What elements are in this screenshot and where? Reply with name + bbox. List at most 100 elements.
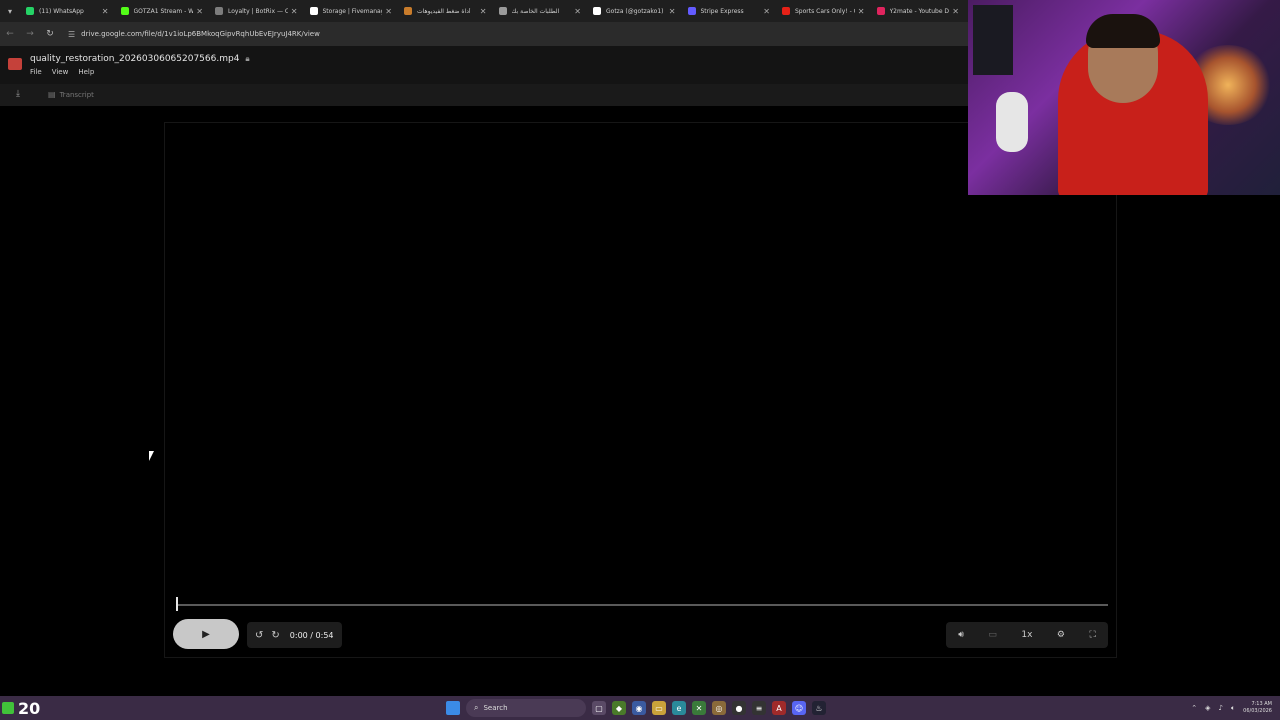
webcam-microphone: [996, 92, 1028, 152]
tab-title: Gotza (@gotzako1) |: [606, 7, 666, 15]
browser-tab[interactable]: Gotza (@gotzako1) | ✕: [587, 0, 682, 22]
url-text: drive.google.com/file/d/1v1ioLp6BMkoqGip…: [81, 30, 320, 38]
transcript-icon: ▤: [48, 90, 56, 99]
tab-close-icon[interactable]: ✕: [669, 7, 676, 16]
acrobat-icon[interactable]: A: [772, 701, 786, 715]
url-field[interactable]: ☰ drive.google.com/file/d/1v1ioLp6BMkoqG…: [68, 30, 320, 39]
tab-title: Y2mate - Youtube Do: [889, 7, 950, 15]
search-placeholder: Search: [483, 704, 508, 712]
download-icon[interactable]: ⤓: [16, 89, 20, 99]
search-icon: ⌕: [474, 703, 479, 712]
reload-icon[interactable]: ↻: [40, 29, 60, 39]
edge-icon[interactable]: e: [672, 701, 686, 715]
tab-title: Loyalty | BotRix — C: [228, 7, 288, 15]
browser-tab[interactable]: Storage | Fivemanage ✕: [304, 0, 399, 22]
play-button[interactable]: ▶: [173, 619, 239, 649]
overlay-badge: 20: [2, 696, 40, 720]
tab-close-icon[interactable]: ✕: [291, 7, 298, 16]
browser-tab[interactable]: الطلبات الخاصة بك ✕: [493, 0, 588, 22]
forward-skip-icon[interactable]: ↻: [271, 630, 279, 641]
menu-file[interactable]: File: [30, 68, 42, 76]
badge-number: 20: [18, 698, 41, 718]
tab-favicon-icon: [26, 7, 34, 15]
mouse-cursor: [149, 451, 154, 461]
progress-track[interactable]: [177, 604, 1108, 606]
webcam-person-hair: [1086, 14, 1160, 48]
rewind-icon[interactable]: ↺: [255, 630, 263, 641]
tab-favicon-icon: [687, 7, 696, 15]
chrome-icon[interactable]: ◎: [712, 701, 726, 715]
tab-close-icon[interactable]: ✕: [858, 7, 865, 16]
settings-icon[interactable]: ⚙: [1057, 630, 1065, 640]
webcam-poster: [973, 5, 1013, 75]
menu-bar: File View Help: [30, 68, 94, 76]
site-info-icon[interactable]: ☰: [68, 30, 75, 39]
task-view-icon[interactable]: ▢: [592, 701, 606, 715]
browser-tab[interactable]: (11) WhatsApp ✕: [20, 0, 115, 22]
browser-tab[interactable]: Loyalty | BotRix — C ✕: [209, 0, 304, 22]
webcam-overlay: [968, 0, 1280, 195]
clock-time: 7:13 AM: [1251, 701, 1272, 707]
tab-close-icon[interactable]: ✕: [574, 7, 581, 16]
transcript-button[interactable]: ▤ Transcript: [48, 90, 94, 99]
tab-close-icon[interactable]: ✕: [102, 7, 109, 16]
browser-tab[interactable]: Stripe Express ✕: [682, 0, 777, 22]
tab-favicon-icon: [876, 7, 885, 15]
mic-icon[interactable]: ♪: [1219, 704, 1223, 712]
copilot-icon[interactable]: ◉: [632, 701, 646, 715]
clock-date: 06/03/2026: [1243, 708, 1272, 714]
browser-tab[interactable]: Sports Cars Only! - G ✕: [776, 0, 871, 22]
browser-tab[interactable]: أداة ضغط الفيديوهات ✕: [398, 0, 493, 22]
tab-title: Storage | Fivemanage: [322, 7, 383, 15]
file-name: quality_restoration_20260306065207566.mp…: [30, 54, 240, 64]
shared-lock-icon[interactable]: 🔒︎: [245, 54, 249, 64]
speed-button[interactable]: 1x: [1021, 630, 1032, 640]
tab-favicon-icon: [593, 7, 601, 15]
tab-favicon-icon: [782, 7, 790, 15]
tab-close-icon[interactable]: ✕: [763, 7, 770, 16]
steam-icon[interactable]: ♨: [812, 701, 826, 715]
tab-close-icon[interactable]: ✕: [480, 7, 487, 16]
clock[interactable]: 7:13 AM 06/03/2026: [1243, 701, 1272, 715]
tab-favicon-icon: [215, 7, 223, 15]
fullscreen-icon[interactable]: ⛶: [1089, 630, 1095, 640]
tab-favicon-icon: [498, 7, 507, 15]
tab-close-icon[interactable]: ✕: [385, 7, 392, 16]
speaker-icon[interactable]: 🔈︎: [1231, 704, 1235, 713]
tab-favicon-icon: [309, 7, 318, 15]
tab-search-icon[interactable]: ▾: [0, 0, 20, 22]
xbox-icon[interactable]: ✕: [692, 701, 706, 715]
start-icon[interactable]: [446, 701, 460, 715]
tab-title: GOTZA1 Stream - W: [133, 7, 194, 15]
discord-icon[interactable]: ☺: [792, 701, 806, 715]
right-controls: 🔊︎ ▭ 1x ⚙ ⛶: [946, 622, 1108, 648]
volume-icon[interactable]: 🔊︎: [958, 630, 964, 640]
taskbar-search[interactable]: ⌕ Search: [466, 699, 586, 717]
tab-close-icon[interactable]: ✕: [952, 7, 959, 16]
tab-title: Sports Cars Only! - G: [795, 7, 855, 15]
menu-view[interactable]: View: [52, 68, 69, 76]
playback-controls: ↺ ↻ 0:00 / 0:54: [247, 622, 342, 648]
file-title: quality_restoration_20260306065207566.mp…: [30, 54, 250, 64]
tab-close-icon[interactable]: ✕: [196, 7, 203, 16]
video-player[interactable]: ▶ ↺ ↻ 0:00 / 0:54 🔊︎ ▭ 1x ⚙ ⛶: [164, 122, 1117, 658]
network-icon[interactable]: ◈: [1205, 704, 1210, 712]
terminal-icon[interactable]: ≡: [752, 701, 766, 715]
menu-help[interactable]: Help: [78, 68, 94, 76]
tab-title: (11) WhatsApp: [39, 7, 84, 15]
tab-title: الطلبات الخاصة بك: [511, 7, 560, 15]
playhead-handle[interactable]: [176, 597, 178, 611]
browser-tab[interactable]: Y2mate - Youtube Do ✕: [871, 0, 966, 22]
windows-taskbar: 20 ⌕ Search ▢ ◆ ◉ ▭ e ✕ ◎ ● ≡ A ☺ ♨ ⌃ ◈ …: [0, 696, 1280, 720]
tab-favicon-icon: [120, 7, 129, 15]
forward-icon[interactable]: →: [20, 29, 40, 39]
tray-chevron-icon[interactable]: ⌃: [1191, 704, 1197, 712]
browser-tab[interactable]: GOTZA1 Stream - W ✕: [115, 0, 210, 22]
nvidia-icon[interactable]: ◆: [612, 701, 626, 715]
obs-icon[interactable]: ●: [732, 701, 746, 715]
transcript-label: Transcript: [59, 90, 94, 99]
back-icon[interactable]: ←: [0, 29, 20, 39]
file-explorer-icon[interactable]: ▭: [652, 701, 666, 715]
captions-icon[interactable]: ▭: [988, 630, 997, 640]
tab-title: أداة ضغط الفيديوهات: [417, 7, 471, 15]
